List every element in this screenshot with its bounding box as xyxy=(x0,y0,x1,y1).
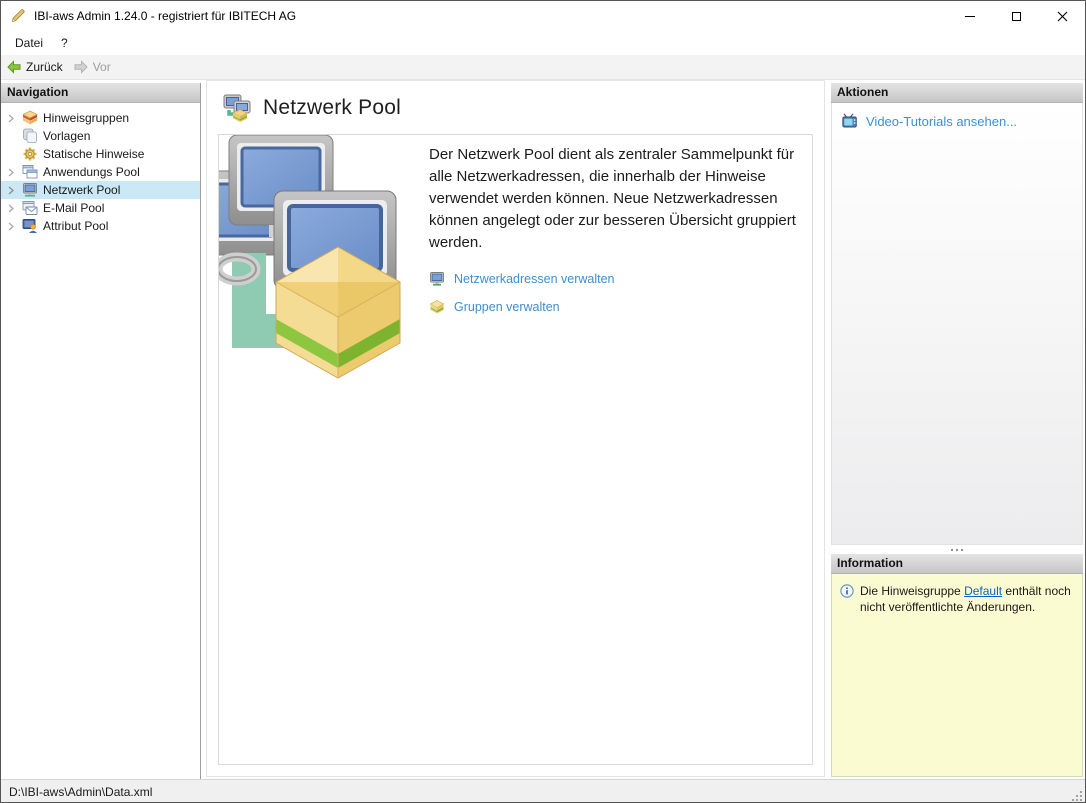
templates-icon xyxy=(22,128,38,144)
sidebar-item-label: Hinweisgruppen xyxy=(43,111,129,125)
static-notices-icon xyxy=(22,146,38,162)
maximize-icon xyxy=(1012,12,1021,21)
manage-groups-link[interactable]: Gruppen verwalten xyxy=(454,300,560,314)
expand-chevron-icon[interactable] xyxy=(8,186,22,195)
manage-network-addresses-link[interactable]: Netzwerkadressen verwalten xyxy=(454,272,615,286)
network-pool-icon xyxy=(22,182,38,198)
expand-chevron-icon[interactable] xyxy=(8,204,22,213)
window-title: IBI-aws Admin 1.24.0 - registriert für I… xyxy=(34,9,296,23)
sidebar-item-vorlagen[interactable]: Vorlagen xyxy=(1,127,200,145)
main-header: Netzwerk Pool xyxy=(207,81,824,133)
pool-description: Der Netzwerk Pool dient als zentraler Sa… xyxy=(429,144,811,254)
back-button[interactable]: Zurück xyxy=(1,56,68,79)
app-icon xyxy=(10,8,26,24)
network-pool-illustration xyxy=(219,135,404,380)
expand-chevron-icon[interactable] xyxy=(8,114,22,123)
close-icon xyxy=(1057,11,1068,22)
content-box: Der Netzwerk Pool dient als zentraler Sa… xyxy=(218,134,813,765)
sidebar-item-statische-hinweise[interactable]: Statische Hinweise xyxy=(1,145,200,163)
sidebar-item-label: E-Mail Pool xyxy=(43,201,104,215)
expand-chevron-icon[interactable] xyxy=(8,168,22,177)
information-text: Die Hinweisgruppe Default enthält noch n… xyxy=(860,583,1074,615)
attribute-pool-icon xyxy=(22,218,38,234)
sidebar-item-label: Statische Hinweise xyxy=(43,147,144,161)
toolbar: Zurück Vor xyxy=(1,55,1085,80)
forward-label: Vor xyxy=(93,60,111,74)
page-title: Netzwerk Pool xyxy=(263,96,401,120)
email-pool-icon xyxy=(22,200,38,216)
sidebar-item-label: Attribut Pool xyxy=(43,219,108,233)
title-bar: IBI-aws Admin 1.24.0 - registriert für I… xyxy=(1,1,1085,31)
resize-grip[interactable] xyxy=(1070,789,1083,802)
main-panel: Netzwerk Pool xyxy=(206,80,825,777)
close-button[interactable] xyxy=(1039,1,1085,31)
app-window: IBI-aws Admin 1.24.0 - registriert für I… xyxy=(0,0,1086,803)
sidebar-item-hinweisgruppen[interactable]: Hinweisgruppen xyxy=(1,109,200,127)
information-panel: Information Die Hinweisgruppe Default en… xyxy=(831,554,1083,777)
manage-groups-link-row: Gruppen verwalten xyxy=(429,297,811,317)
navigation-panel: Navigation Hinweisgruppen xyxy=(1,83,201,779)
tv-icon xyxy=(842,113,858,129)
menu-bar: Datei ? xyxy=(1,31,1085,55)
forward-arrow-icon xyxy=(73,59,89,75)
menu-item-help[interactable]: ? xyxy=(52,32,77,54)
navigation-header: Navigation xyxy=(1,83,200,103)
navigation-tree: Hinweisgruppen Vorlagen xyxy=(1,103,200,235)
actions-body: Video-Tutorials ansehen... xyxy=(831,103,1083,545)
panel-splitter-handle[interactable] xyxy=(831,545,1083,554)
video-tutorials-link[interactable]: Video-Tutorials ansehen... xyxy=(866,114,1017,129)
sidebar-item-attribut-pool[interactable]: Attribut Pool xyxy=(1,217,200,235)
minimize-icon xyxy=(965,16,975,17)
expand-chevron-icon[interactable] xyxy=(8,222,22,231)
network-pool-header-icon xyxy=(223,93,253,123)
application-pool-icon xyxy=(22,164,38,180)
actions-panel: Aktionen Video-Tutorials ansehen... xyxy=(831,83,1083,545)
video-tutorials-link-row: Video-Tutorials ansehen... xyxy=(832,103,1082,129)
sidebar-item-netzwerk-pool[interactable]: Netzwerk Pool xyxy=(1,181,200,199)
status-bar: D:\IBI-aws\Admin\Data.xml xyxy=(1,779,1085,803)
sidebar-item-anwendungs-pool[interactable]: Anwendungs Pool xyxy=(1,163,200,181)
group-box-icon xyxy=(429,299,445,315)
information-header: Information xyxy=(831,554,1083,574)
manage-network-addresses-link-row: Netzwerkadressen verwalten xyxy=(429,269,811,289)
sidebar-item-label: Anwendungs Pool xyxy=(43,165,140,179)
back-label: Zurück xyxy=(26,60,63,74)
actions-header: Aktionen xyxy=(831,83,1083,103)
information-body: Die Hinweisgruppe Default enthält noch n… xyxy=(831,574,1083,777)
back-arrow-icon xyxy=(6,59,22,75)
information-text-before: Die Hinweisgruppe xyxy=(860,584,964,598)
minimize-button[interactable] xyxy=(947,1,993,31)
notice-groups-icon xyxy=(22,110,38,126)
computer-icon xyxy=(429,271,445,287)
forward-button[interactable]: Vor xyxy=(68,56,116,79)
menu-item-datei[interactable]: Datei xyxy=(6,32,52,54)
sidebar-item-label: Vorlagen xyxy=(43,129,90,143)
info-icon xyxy=(840,584,854,598)
default-group-link[interactable]: Default xyxy=(964,584,1002,598)
sidebar-item-label: Netzwerk Pool xyxy=(43,183,120,197)
data-file-path: D:\IBI-aws\Admin\Data.xml xyxy=(1,785,152,799)
maximize-button[interactable] xyxy=(993,1,1039,31)
sidebar-item-email-pool[interactable]: E-Mail Pool xyxy=(1,199,200,217)
